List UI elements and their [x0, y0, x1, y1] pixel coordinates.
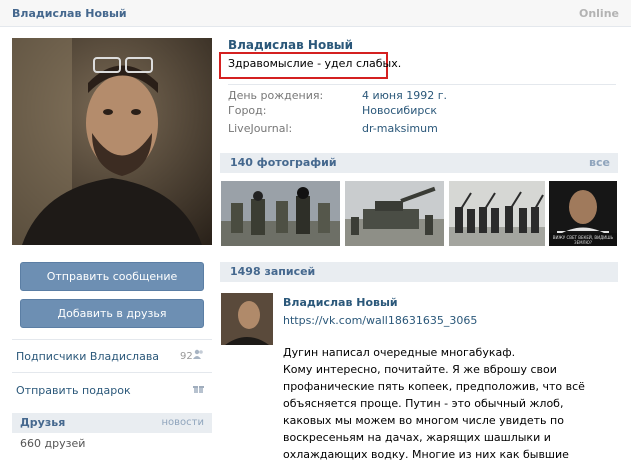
livejournal-label: LiveJournal:: [228, 122, 293, 135]
city-value[interactable]: Новосибирск: [362, 104, 437, 117]
wall-title[interactable]: 1498 записей: [230, 265, 315, 278]
send-message-button[interactable]: Отправить сообщение: [20, 262, 204, 291]
post-link[interactable]: https://vk.com/wall18631635_3065: [283, 314, 477, 327]
post-author-avatar[interactable]: [221, 293, 273, 345]
photo-thumbnail-salute[interactable]: [449, 181, 545, 246]
photos-all-link[interactable]: все: [589, 156, 610, 169]
photos-title[interactable]: 140 фотографий: [230, 156, 337, 169]
followers-link[interactable]: Подписчики Владислава: [16, 350, 159, 363]
livejournal-value[interactable]: dr-maksimum: [362, 122, 438, 135]
send-gift-link[interactable]: Отправить подарок: [16, 384, 131, 397]
photo-thumbnail-soldiers[interactable]: [221, 181, 340, 246]
city-label: Город:: [228, 104, 267, 117]
divider: [12, 339, 212, 340]
post-author-name[interactable]: Владислав Новый: [283, 296, 398, 309]
birthday-label: День рождения:: [228, 89, 324, 102]
profile-status[interactable]: Здравомыслие - удел слабых.: [228, 57, 401, 70]
online-status: Online: [578, 7, 619, 20]
photos-section-header[interactable]: 140 фотографий все: [220, 153, 618, 173]
wall-section-header[interactable]: 1498 записей: [220, 262, 618, 282]
add-friend-button[interactable]: Добавить в друзья: [20, 299, 204, 328]
divider: [228, 84, 616, 85]
divider: [12, 372, 212, 373]
profile-name: Владислав Новый: [228, 38, 354, 52]
profile-header-bar: Владислав Новый Online: [0, 0, 631, 27]
photo-thumbnail-tank[interactable]: [345, 181, 444, 246]
gift-icon: [193, 383, 204, 397]
photo-thumbnail-poster[interactable]: ВИЖУ СВЕТ ВЕКЕЙ, ВИДИШЬ ЗЕМЛЮ?: [549, 181, 617, 246]
friends-count[interactable]: 660 друзей: [20, 437, 85, 450]
birthday-value[interactable]: 4 июня 1992 г.: [362, 89, 447, 102]
profile-photo[interactable]: [12, 38, 212, 245]
header-name[interactable]: Владислав Новый: [12, 7, 127, 20]
followers-icon: [193, 349, 204, 362]
friends-section-header[interactable]: Друзья новости: [12, 413, 212, 433]
poster-caption: ВИЖУ СВЕТ ВЕКЕЙ, ВИДИШЬ ЗЕМЛЮ?: [552, 235, 614, 245]
friends-news-link[interactable]: новости: [162, 417, 205, 428]
friends-title[interactable]: Друзья: [20, 416, 65, 429]
post-text: Дугин написал очередные многабукаф. Кому…: [283, 346, 585, 461]
